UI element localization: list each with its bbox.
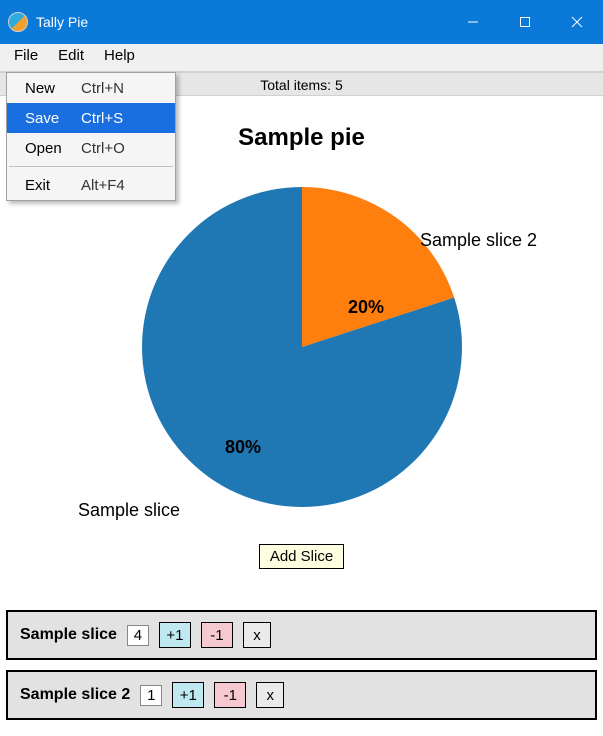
pie-svg [137, 182, 467, 512]
pie-label-2: Sample slice 2 [420, 230, 537, 251]
window-controls [447, 0, 603, 44]
slice-rows: Sample slice 4 +1 -1 x Sample slice 2 1 … [0, 602, 603, 720]
menu-item-accel: Ctrl+O [81, 140, 125, 157]
menu-separator [9, 166, 173, 167]
minimize-button[interactable] [447, 0, 499, 44]
slice-count: 4 [127, 625, 149, 646]
app-icon [8, 12, 28, 32]
add-slice-button[interactable]: Add Slice [259, 544, 344, 569]
menu-save[interactable]: Save Ctrl+S [7, 103, 175, 133]
menu-item-accel: Ctrl+N [81, 80, 124, 97]
menubar: File Edit Help New Ctrl+N Save Ctrl+S Op… [0, 44, 603, 72]
menu-item-label: Open [25, 140, 81, 157]
delete-slice-button[interactable]: x [243, 622, 271, 648]
pie-label-1: Sample slice [78, 500, 180, 521]
close-icon [571, 16, 583, 28]
decrement-button[interactable]: -1 [214, 682, 246, 708]
menu-open[interactable]: Open Ctrl+O [7, 133, 175, 163]
slice-name: Sample slice 2 [20, 686, 130, 704]
app-title: Tally Pie [36, 14, 88, 30]
menu-item-label: Exit [25, 177, 81, 194]
file-dropdown: New Ctrl+N Save Ctrl+S Open Ctrl+O Exit … [6, 72, 176, 201]
increment-button[interactable]: +1 [159, 622, 191, 648]
pie-pct-1: 80% [225, 437, 261, 458]
menu-file[interactable]: File [4, 44, 48, 71]
menu-new[interactable]: New Ctrl+N [7, 73, 175, 103]
pie-chart: 80% 20% Sample slice Sample slice 2 [0, 152, 603, 542]
maximize-button[interactable] [499, 0, 551, 44]
menu-item-accel: Alt+F4 [81, 177, 125, 194]
decrement-button[interactable]: -1 [201, 622, 233, 648]
menu-item-label: Save [25, 110, 81, 127]
menu-help[interactable]: Help [94, 44, 145, 71]
minimize-icon [467, 16, 479, 28]
close-button[interactable] [551, 0, 603, 44]
slice-count: 1 [140, 685, 162, 706]
delete-slice-button[interactable]: x [256, 682, 284, 708]
menu-exit[interactable]: Exit Alt+F4 [7, 170, 175, 200]
pie-pct-2: 20% [348, 297, 384, 318]
slice-row: Sample slice 2 1 +1 -1 x [6, 670, 597, 720]
increment-button[interactable]: +1 [172, 682, 204, 708]
slice-row: Sample slice 4 +1 -1 x [6, 610, 597, 660]
menu-item-accel: Ctrl+S [81, 110, 123, 127]
menu-item-label: New [25, 80, 81, 97]
maximize-icon [519, 16, 531, 28]
titlebar: Tally Pie [0, 0, 603, 44]
slice-name: Sample slice [20, 626, 117, 644]
menu-edit[interactable]: Edit [48, 44, 94, 71]
